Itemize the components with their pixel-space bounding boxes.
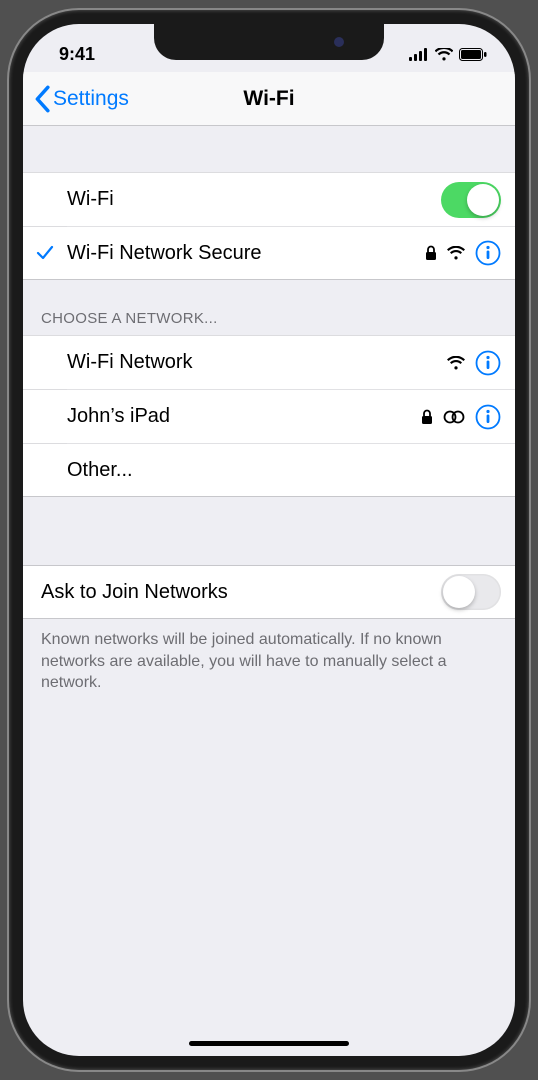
choose-network-header: CHOOSE A NETWORK... [23,280,515,335]
wifi-signal-icon [447,356,465,370]
hotspot-icon [443,410,465,424]
home-indicator[interactable] [189,1041,349,1046]
network-row[interactable]: John’s iPad [23,389,515,443]
ask-footer: Known networks will be joined automatica… [23,619,515,704]
cellular-icon [409,48,429,61]
info-button[interactable] [475,404,501,430]
connected-network-name: Wi-Fi Network Secure [67,228,425,279]
screen: 9:41 Settings Wi-Fi [23,24,515,1056]
back-button[interactable]: Settings [31,85,129,113]
status-time: 9:41 [59,44,95,65]
lock-icon [425,245,437,261]
network-row[interactable]: Wi-Fi Network [23,335,515,389]
lock-icon [421,409,433,425]
checkmark-icon [23,245,67,261]
connected-network-row[interactable]: Wi-Fi Network Secure [23,226,515,280]
status-right [409,48,487,61]
wifi-toggle-label: Wi-Fi [67,174,441,225]
other-label: Other... [67,445,515,496]
wifi-toggle-row: Wi-Fi [23,172,515,226]
nav-bar: Settings Wi-Fi [23,72,515,126]
device-frame: 9:41 Settings Wi-Fi [9,10,529,1070]
wifi-toggle[interactable] [441,182,501,218]
content: Wi-Fi Wi-Fi Network Secure CHOOSE A NETW… [23,126,515,704]
network-name: John’s iPad [67,391,421,442]
ask-to-join-toggle[interactable] [441,574,501,610]
other-network-row[interactable]: Other... [23,443,515,497]
back-label: Settings [53,87,129,111]
network-name: Wi-Fi Network [67,337,447,388]
ask-label: Ask to Join Networks [41,567,441,618]
ask-to-join-row: Ask to Join Networks [23,565,515,619]
page-title: Wi-Fi [243,87,294,111]
battery-icon [459,48,487,61]
wifi-signal-icon [447,246,465,260]
chevron-left-icon [31,85,53,113]
info-button[interactable] [475,240,501,266]
wifi-icon [435,48,453,61]
info-button[interactable] [475,350,501,376]
notch [154,24,384,60]
